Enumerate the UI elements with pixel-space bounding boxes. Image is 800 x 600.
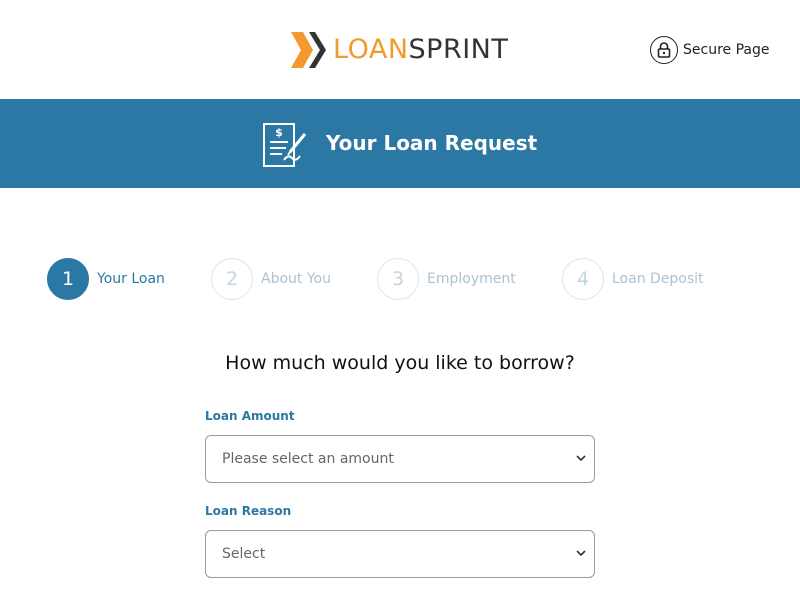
chevron-down-icon (576, 550, 586, 557)
loan-reason-label: Loan Reason (205, 504, 292, 518)
progress-steps: 1 Your Loan 2 About You 3 Employment 4 L… (0, 258, 800, 300)
step-label: Employment (427, 271, 516, 287)
secure-page-label: Secure Page (683, 42, 770, 58)
svg-text:$: $ (275, 126, 283, 139)
logo-sprint-text: SPRINT (408, 34, 509, 65)
page-title: Your Loan Request (326, 131, 538, 155)
step-about-you[interactable]: 2 About You (211, 258, 331, 300)
loan-reason-select[interactable]: Select (205, 530, 595, 578)
loansprint-logo[interactable]: LOANSPRINT (291, 31, 508, 69)
loan-reason-value: Select (222, 546, 266, 562)
step-employment[interactable]: 3 Employment (377, 258, 516, 300)
step-number: 4 (562, 258, 604, 300)
step-label: Loan Deposit (612, 271, 704, 287)
chevron-logo-icon (291, 32, 326, 68)
loan-amount-value: Please select an amount (222, 451, 394, 467)
step-number: 3 (377, 258, 419, 300)
form-question: How much would you like to borrow? (225, 352, 575, 374)
site-header: LOANSPRINT Secure Page (0, 0, 800, 99)
step-loan-deposit[interactable]: 4 Loan Deposit (562, 258, 704, 300)
loan-amount-select[interactable]: Please select an amount (205, 435, 595, 483)
lock-icon (650, 36, 678, 64)
step-your-loan[interactable]: 1 Your Loan (47, 258, 165, 300)
secure-page-indicator: Secure Page (650, 36, 769, 64)
loan-document-icon: $ (263, 123, 307, 167)
step-label: About You (261, 271, 331, 287)
chevron-down-icon (576, 455, 586, 462)
logo-loan-text: LOAN (333, 34, 409, 65)
page-banner: $ Your Loan Request (0, 99, 800, 188)
step-number: 2 (211, 258, 253, 300)
step-number: 1 (47, 258, 89, 300)
step-label: Your Loan (97, 271, 165, 287)
loan-amount-label: Loan Amount (205, 409, 295, 423)
